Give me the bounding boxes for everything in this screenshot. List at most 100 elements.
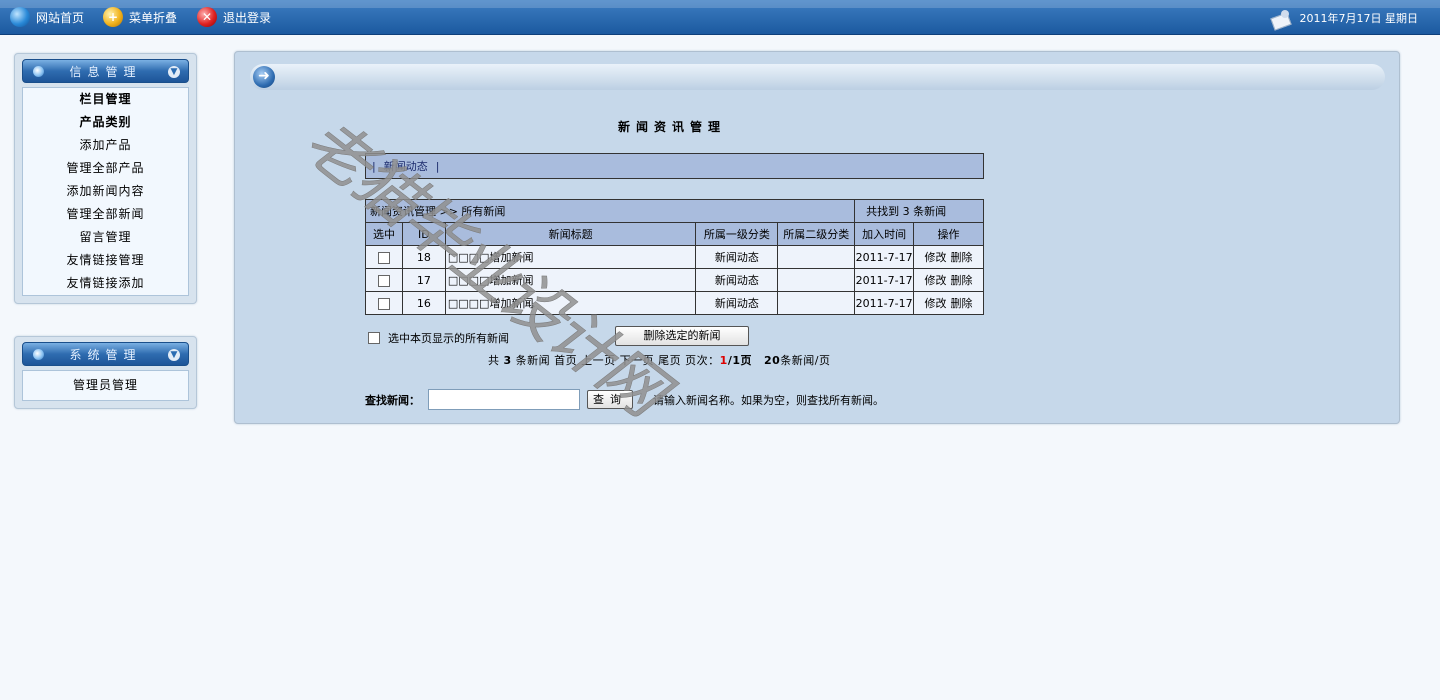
results-count: 共找到 3 条新闻 — [854, 199, 984, 223]
col-header-ops: 操作 — [913, 222, 984, 246]
sidebar-item-add-product[interactable]: 添加产品 — [23, 134, 188, 157]
search-row: 查找新闻： 查询 请输入新闻名称。如果为空，则查找所有新闻。 — [365, 389, 884, 410]
col-header-category1: 所属一级分类 — [695, 222, 779, 246]
sidebar-item-columns[interactable]: 栏目管理 — [23, 88, 188, 111]
col-header-id: ID — [401, 222, 446, 246]
pager-unit: 条新闻 — [515, 354, 551, 367]
table-header-row: 选中 ID 新闻标题 所属一级分类 所属二级分类 加入时间 操作 — [365, 222, 984, 246]
sidebar-item-add-news[interactable]: 添加新闻内容 — [23, 180, 188, 203]
tab-separator: | — [435, 159, 440, 173]
sidebar-item-product-category[interactable]: 产品类别 — [23, 111, 188, 134]
pager-total: 3 — [503, 354, 512, 367]
sidebar-item-admin[interactable]: 管理员管理 — [23, 374, 188, 397]
row-title[interactable]: □□□□增加新闻 — [444, 291, 697, 315]
table-row: 17 □□□□增加新闻 新闻动态 2011-7-17 修改 删除 — [365, 268, 984, 292]
tab-news-updates[interactable]: 新闻动态 — [384, 158, 428, 174]
row-checkbox[interactable] — [377, 251, 390, 264]
delete-link[interactable]: 删除 — [951, 274, 973, 287]
col-header-select: 选中 — [365, 222, 403, 246]
main-content-panel: ➜ 新闻资讯管理 | 新闻动态 | 新闻资讯管理 >> 所有新闻 共找到 3 条… — [234, 51, 1400, 424]
search-hint: 请输入新闻名称。如果为空，则查找所有新闻。 — [653, 393, 884, 407]
bullet-icon — [33, 66, 44, 77]
row-id: 18 — [401, 245, 446, 269]
pager-page-label: 页次： — [685, 354, 720, 367]
select-all-label: 选中本页显示的所有新闻 — [388, 332, 509, 345]
home-link-label: 网站首页 — [36, 10, 85, 25]
row-title[interactable]: □□□□增加新闻 — [444, 245, 697, 269]
news-table: 新闻资讯管理 >> 所有新闻 共找到 3 条新闻 选中 ID 新闻标题 所属一级… — [364, 199, 984, 315]
chevron-down-icon[interactable]: ▼ — [168, 66, 180, 78]
search-input[interactable] — [428, 389, 580, 410]
row-category1: 新闻动态 — [695, 245, 779, 269]
calendar-icon — [1270, 9, 1292, 27]
row-ops: 修改 删除 — [913, 268, 984, 292]
search-label: 查找新闻： — [365, 393, 420, 407]
delete-selected-button[interactable]: 删除选定的新闻 — [615, 326, 749, 346]
delete-link[interactable]: 删除 — [951, 251, 973, 264]
logout-label: 退出登录 — [223, 10, 272, 25]
sidebar-item-add-link[interactable]: 友情链接添加 — [23, 272, 188, 295]
edit-link[interactable]: 修改 — [925, 251, 947, 264]
pagination: 共 3 条新闻 首页 上一页 下一页 尾页 页次：1/1页 20条新闻/页 — [488, 352, 831, 368]
col-header-category2: 所属二级分类 — [777, 222, 856, 246]
row-time: 2011-7-17 — [854, 268, 915, 292]
table-info-row: 新闻资讯管理 >> 所有新闻 共找到 3 条新闻 — [364, 199, 984, 223]
bullet-icon — [33, 349, 44, 360]
row-checkbox[interactable] — [377, 297, 390, 310]
col-header-time: 加入时间 — [854, 222, 915, 246]
row-category2 — [777, 268, 856, 292]
close-icon: ✕ — [197, 7, 217, 27]
info-panel-header[interactable]: 信息管理 ▼ — [22, 59, 189, 83]
pager-prefix: 共 — [488, 354, 500, 367]
globe-icon — [10, 7, 30, 27]
edit-link[interactable]: 修改 — [925, 274, 947, 287]
row-checkbox[interactable] — [377, 274, 390, 287]
sidebar-item-manage-news[interactable]: 管理全部新闻 — [23, 203, 188, 226]
info-panel-list: 栏目管理 产品类别 添加产品 管理全部产品 添加新闻内容 管理全部新闻 留言管理… — [22, 87, 189, 296]
pager-prev[interactable]: 上一页 — [581, 354, 616, 367]
system-panel-title: 系统管理 — [69, 347, 142, 362]
info-panel-title: 信息管理 — [69, 64, 142, 79]
info-management-panel: 信息管理 ▼ 栏目管理 产品类别 添加产品 管理全部产品 添加新闻内容 管理全部… — [14, 53, 197, 304]
row-category2 — [777, 291, 856, 315]
select-all-checkbox[interactable] — [368, 332, 380, 344]
category-tab-bar: | 新闻动态 | — [365, 153, 984, 179]
pager-next[interactable]: 下一页 — [620, 354, 655, 367]
row-time: 2011-7-17 — [854, 245, 915, 269]
pager-first[interactable]: 首页 — [554, 354, 577, 367]
breadcrumb: 新闻资讯管理 >> 所有新闻 — [364, 199, 856, 223]
sidebar-item-manage-links[interactable]: 友情链接管理 — [23, 249, 188, 272]
menu-fold-link[interactable]: + 菜单折叠 — [103, 7, 177, 27]
date-display: 2011年7月17日 星期日 — [1270, 9, 1419, 27]
pager-per-page-unit: 条新闻/页 — [780, 354, 831, 367]
delete-link[interactable]: 删除 — [951, 297, 973, 310]
row-id: 17 — [401, 268, 446, 292]
table-row: 18 □□□□增加新闻 新闻动态 2011-7-17 修改 删除 — [365, 245, 984, 269]
sidebar-item-messages[interactable]: 留言管理 — [23, 226, 188, 249]
pager-last[interactable]: 尾页 — [658, 354, 681, 367]
row-ops: 修改 删除 — [913, 245, 984, 269]
pager-current: 1 — [719, 354, 728, 367]
row-title[interactable]: □□□□增加新闻 — [444, 268, 697, 292]
page-title: 新闻资讯管理 — [618, 120, 727, 134]
row-select-cell — [365, 245, 403, 269]
date-text: 2011年7月17日 星期日 — [1299, 12, 1419, 25]
row-ops: 修改 删除 — [913, 291, 984, 315]
arrow-right-icon: ➜ — [253, 66, 275, 88]
sidebar-item-manage-products[interactable]: 管理全部产品 — [23, 157, 188, 180]
search-button[interactable]: 查询 — [587, 390, 633, 409]
table-row: 16 □□□□增加新闻 新闻动态 2011-7-17 修改 删除 — [365, 291, 984, 315]
home-link[interactable]: 网站首页 — [10, 7, 84, 27]
logout-link[interactable]: ✕ 退出登录 — [197, 7, 271, 27]
edit-link[interactable]: 修改 — [925, 297, 947, 310]
system-panel-header[interactable]: 系统管理 ▼ — [22, 342, 189, 366]
row-time: 2011-7-17 — [854, 291, 915, 315]
fold-icon: + — [103, 7, 123, 27]
row-select-cell — [365, 268, 403, 292]
chevron-down-icon[interactable]: ▼ — [168, 349, 180, 361]
row-select-cell — [365, 291, 403, 315]
select-all-row: 选中本页显示的所有新闻 — [368, 330, 509, 346]
pager-total-pages: /1页 — [727, 354, 752, 367]
row-id: 16 — [401, 291, 446, 315]
row-category1: 新闻动态 — [695, 291, 779, 315]
